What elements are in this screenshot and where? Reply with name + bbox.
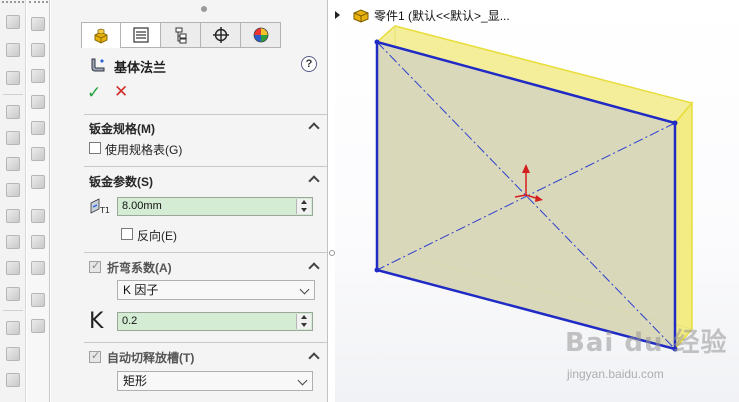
relief-type-value: 矩形 bbox=[123, 374, 148, 388]
loft-icon[interactable] bbox=[28, 92, 48, 112]
fillet-icon[interactable] bbox=[28, 316, 48, 336]
model-vertex[interactable] bbox=[374, 39, 380, 45]
base-flange-icon bbox=[91, 58, 105, 72]
sketched-bend-icon[interactable] bbox=[3, 102, 23, 122]
model-vertex[interactable] bbox=[374, 267, 380, 273]
model-vertex[interactable] bbox=[672, 120, 678, 126]
svg-text:T1: T1 bbox=[99, 206, 110, 215]
extrude-icon[interactable] bbox=[28, 14, 48, 34]
panel-grip-handle[interactable] bbox=[201, 6, 207, 12]
shell-icon[interactable] bbox=[28, 118, 48, 138]
chevron-down-icon bbox=[299, 284, 310, 295]
watermark-url: jingyan.baidu.com bbox=[567, 367, 664, 381]
chevron-down-icon bbox=[297, 375, 308, 386]
fold-icon[interactable] bbox=[3, 258, 23, 278]
thickness-spinner[interactable] bbox=[296, 199, 311, 214]
help-icon[interactable]: ? bbox=[301, 56, 317, 72]
dim-xpert-tab[interactable] bbox=[201, 22, 241, 48]
lofted-bend-icon[interactable] bbox=[3, 154, 23, 174]
configuration-manager-tab[interactable] bbox=[161, 22, 201, 48]
model-side-face bbox=[674, 100, 693, 352]
cancel-button[interactable]: ✕ bbox=[114, 82, 128, 102]
group-divider bbox=[84, 166, 327, 167]
chevron-up-icon[interactable] bbox=[309, 121, 319, 131]
jog-icon[interactable] bbox=[3, 68, 23, 88]
dome-icon[interactable] bbox=[28, 232, 48, 252]
draft-icon[interactable] bbox=[28, 144, 48, 164]
group-divider bbox=[84, 114, 327, 115]
sheet-metal-toolbar bbox=[0, 0, 26, 402]
chevron-up-icon[interactable] bbox=[309, 174, 319, 184]
rip-icon[interactable] bbox=[3, 344, 23, 364]
bend-group-title[interactable]: 折弯系数(A) bbox=[107, 259, 172, 276]
use-gauge-table-checkbox[interactable] bbox=[89, 142, 101, 154]
features-toolbar bbox=[27, 0, 50, 402]
feature-manager-icon bbox=[94, 28, 108, 44]
chevron-up-icon[interactable] bbox=[309, 351, 319, 361]
toolbar-separator bbox=[3, 310, 23, 311]
feature-manager-tab[interactable] bbox=[81, 22, 121, 48]
gauge-group-title[interactable]: 钣金规格(M) bbox=[89, 120, 155, 137]
group-divider bbox=[84, 252, 327, 253]
bend-type-select[interactable]: K 因子 bbox=[117, 280, 315, 300]
watermark-logo: Bai du 经验 bbox=[565, 328, 728, 358]
display-manager-icon bbox=[253, 27, 268, 43]
reverse-label[interactable]: 反向(E) bbox=[137, 227, 177, 244]
page-title: 基体法兰 bbox=[114, 60, 167, 75]
use-gauge-table-label[interactable]: 使用规格表(G) bbox=[105, 141, 182, 158]
k-factor-value: 0.2 bbox=[122, 315, 138, 327]
rib-icon[interactable] bbox=[28, 172, 48, 192]
bend-type-value: K 因子 bbox=[123, 283, 159, 297]
reverse-checkbox[interactable] bbox=[121, 228, 133, 240]
thickness-value: 8.00mm bbox=[122, 200, 162, 212]
toolbar-grip[interactable] bbox=[2, 1, 24, 4]
edge-flange-icon[interactable] bbox=[3, 12, 23, 32]
tab-icon[interactable] bbox=[3, 206, 23, 226]
revolve-icon[interactable] bbox=[28, 40, 48, 60]
display-manager-tab[interactable] bbox=[241, 22, 281, 48]
cut-icon[interactable] bbox=[28, 258, 48, 278]
group-divider bbox=[84, 342, 327, 343]
ok-button[interactable]: ✓ bbox=[87, 83, 101, 103]
toolbar-grip[interactable] bbox=[29, 1, 48, 4]
wrap-icon[interactable] bbox=[28, 206, 48, 226]
hem-icon[interactable] bbox=[3, 40, 23, 60]
auto-relief-checkbox[interactable] bbox=[89, 349, 101, 363]
manager-tabs bbox=[81, 22, 281, 48]
bend-allowance-checkbox[interactable] bbox=[89, 259, 101, 273]
graphics-viewport[interactable]: 零件1 (默认<<默认>_显... Bai du 经验 jingyan.baid… bbox=[335, 0, 739, 402]
params-group-title[interactable]: 钣金参数(S) bbox=[89, 173, 153, 190]
thickness-field[interactable]: 8.00mm bbox=[117, 197, 313, 216]
forming-tool-icon[interactable] bbox=[3, 318, 23, 338]
property-manager-panel: 基体法兰 ? ✓ ✕ 钣金规格(M) 使用规格表(G) 钣金参数(S) T1 8… bbox=[51, 0, 328, 402]
relief-group-title[interactable]: 自动切释放槽(T) bbox=[107, 349, 194, 366]
corner-icon[interactable] bbox=[3, 180, 23, 200]
k-factor-icon: K bbox=[89, 309, 104, 334]
relief-type-select[interactable]: 矩形 bbox=[117, 371, 313, 391]
cross-break-icon[interactable] bbox=[3, 128, 23, 148]
insert-bends-icon[interactable] bbox=[3, 370, 23, 390]
property-manager-tab[interactable] bbox=[121, 22, 161, 48]
k-factor-spinner[interactable] bbox=[296, 314, 311, 329]
k-factor-field[interactable]: 0.2 bbox=[117, 312, 313, 331]
hole-icon[interactable] bbox=[28, 290, 48, 310]
chevron-up-icon[interactable] bbox=[309, 261, 319, 271]
crosshair-icon bbox=[212, 27, 229, 43]
unfold-icon[interactable] bbox=[3, 232, 23, 252]
flatten-icon[interactable] bbox=[3, 284, 23, 304]
property-manager-icon bbox=[132, 27, 149, 43]
sweep-icon[interactable] bbox=[28, 66, 48, 86]
toolbar-separator bbox=[3, 94, 23, 95]
configuration-manager-icon bbox=[175, 27, 186, 44]
thickness-icon: T1 bbox=[90, 198, 110, 215]
